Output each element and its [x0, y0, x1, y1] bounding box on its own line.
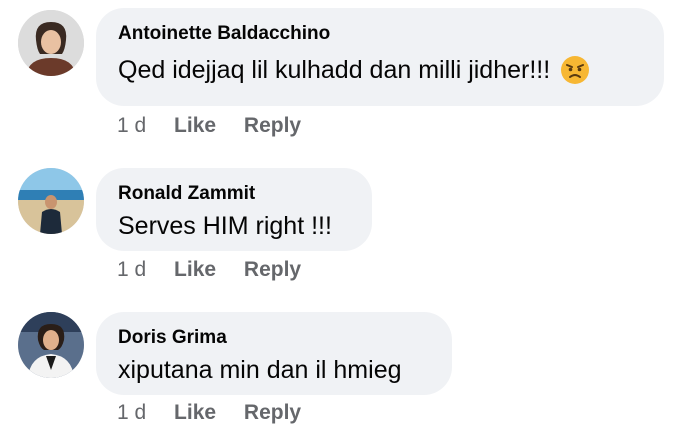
- comment-author[interactable]: Ronald Zammit: [118, 182, 350, 206]
- reply-button[interactable]: Reply: [244, 401, 301, 424]
- like-button[interactable]: Like: [174, 114, 216, 137]
- comment-text: xiputana min dan il hmieg: [118, 354, 430, 386]
- like-button[interactable]: Like: [174, 258, 216, 281]
- comment-text: Serves HIM right !!!: [118, 210, 350, 242]
- comment-actions: 1 d Like Reply: [117, 114, 323, 138]
- comment-text-content: Qed idejjaq lil kulhadd dan milli jidher…: [118, 56, 551, 84]
- avatar[interactable]: [18, 312, 84, 378]
- reply-button[interactable]: Reply: [244, 258, 301, 281]
- comment-text-content: Serves HIM right !!!: [118, 212, 332, 240]
- comment-author[interactable]: Doris Grima: [118, 326, 430, 350]
- comment-actions: 1 d Like Reply: [117, 258, 323, 282]
- comment-bubble: Antoinette Baldacchino Qed idejjaq lil k…: [96, 8, 664, 106]
- comment-text: Qed idejjaq lil kulhadd dan milli jidher…: [118, 54, 642, 86]
- comment-timestamp[interactable]: 1 d: [117, 114, 146, 137]
- comment-timestamp[interactable]: 1 d: [117, 401, 146, 424]
- comment-author[interactable]: Antoinette Baldacchino: [118, 22, 642, 46]
- comment-text-content: xiputana min dan il hmieg: [118, 356, 402, 384]
- comment-timestamp[interactable]: 1 d: [117, 258, 146, 281]
- comment-bubble: Doris Grima xiputana min dan il hmieg: [96, 312, 452, 395]
- avatar[interactable]: [18, 168, 84, 234]
- reply-button[interactable]: Reply: [244, 114, 301, 137]
- like-button[interactable]: Like: [174, 401, 216, 424]
- angry-face-emoji-icon: [560, 55, 590, 85]
- comment-actions: 1 d Like Reply: [117, 401, 323, 425]
- comment-bubble: Ronald Zammit Serves HIM right !!!: [96, 168, 372, 251]
- avatar[interactable]: [18, 10, 84, 76]
